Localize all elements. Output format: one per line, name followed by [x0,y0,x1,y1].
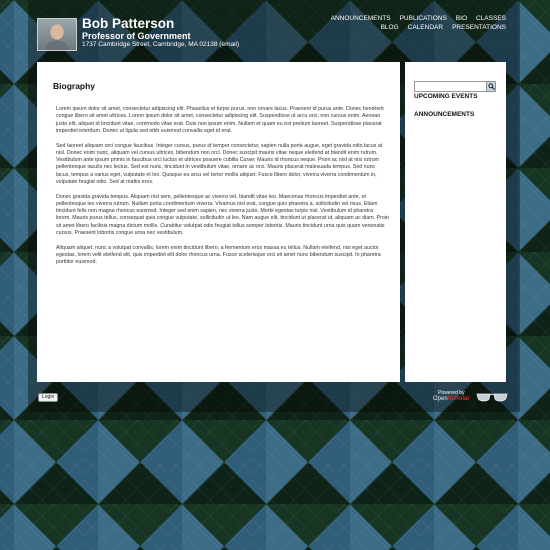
biography-text: Lorem ipsum dolor sit amet, consectetur … [56,106,389,274]
nav-calendar[interactable]: Calendar [408,24,443,31]
main-nav-row-1: Announcements Publications Bio Classes [331,15,506,22]
brand-scholar: Scholar [447,396,470,402]
site-owner-name[interactable]: Bob Patterson [82,16,174,31]
search-icon [487,83,495,90]
owner-address: 1737 Cambridge Street, Cambridge, MA 021… [82,41,240,48]
main-nav-row-2: Blog Calendar Presentations [381,24,506,31]
nav-classes[interactable]: Classes [476,15,506,22]
paragraph: Aliquam aliquet, nunc a volutpat convall… [56,244,381,266]
nav-announcements[interactable]: Announcements [331,15,391,22]
brand-open: Open [433,396,448,402]
upcoming-events-heading[interactable]: UPCOMING EVENTS [414,93,478,100]
openscholar-brand: OpenScholar [433,396,470,402]
powered-by-badge[interactable]: Powered by OpenScholar [433,390,470,402]
main-content: Biography Lorem ipsum dolor sit amet, co… [37,62,400,382]
sidebar: UPCOMING EVENTS ANNOUNCEMENTS [405,62,506,382]
avatar [37,18,77,51]
search-button[interactable] [486,81,496,92]
site-header: Bob Patterson Professor of Government 17… [0,0,550,60]
nav-presentations[interactable]: Presentations [452,24,506,31]
nav-bio[interactable]: Bio [456,15,467,22]
login-button[interactable]: Login [38,393,59,402]
owner-title: Professor of Government [82,31,191,41]
search-input[interactable] [414,81,488,92]
paragraph: Sed laoreet aliquam orci congue faucibus… [56,142,383,185]
paragraph: Donec gravida gravida tempus. Aliquam ni… [56,193,390,236]
page-title: Biography [53,81,96,91]
paragraph: Lorem ipsum dolor sit amet, consectetur … [56,106,384,134]
nav-blog[interactable]: Blog [381,24,399,31]
nav-publications[interactable]: Publications [400,15,447,22]
glasses-icon [476,393,508,402]
announcements-heading[interactable]: ANNOUNCEMENTS [414,111,474,118]
